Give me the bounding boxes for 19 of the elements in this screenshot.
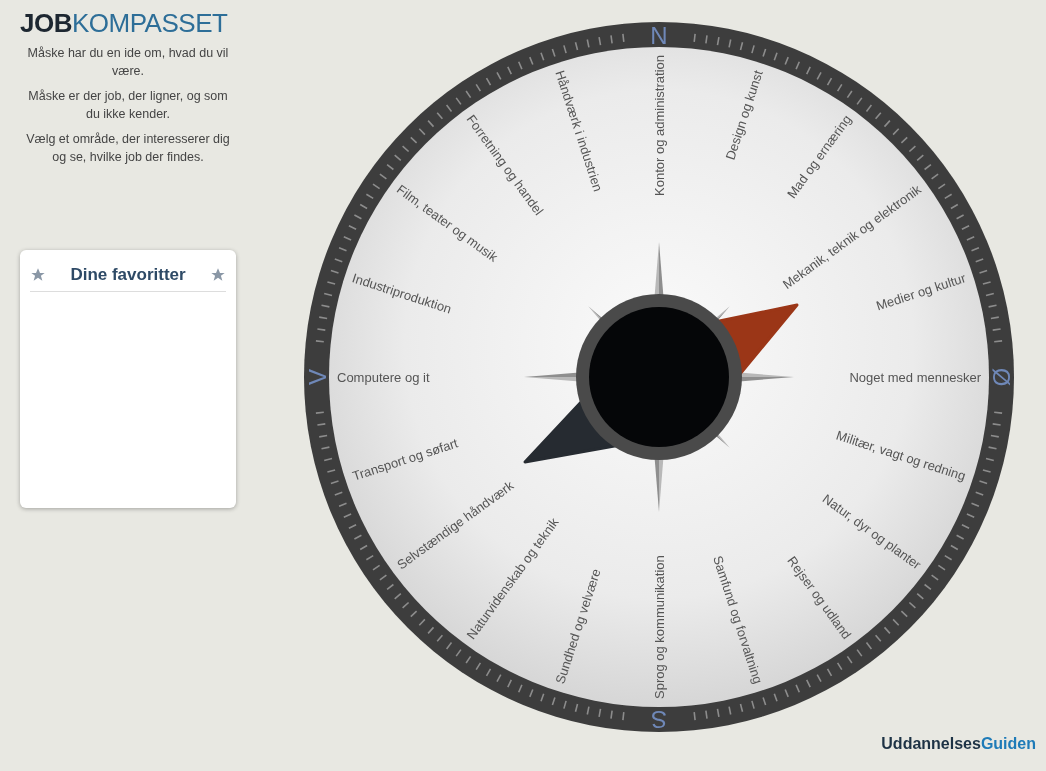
app-logo: JOBKOMPASSET <box>20 8 229 40</box>
direction-letter: Ø <box>987 367 1015 387</box>
category-link[interactable]: Militær, vagt og redning <box>834 427 968 484</box>
favorites-title: Dine favoritter <box>70 264 186 287</box>
intro-text: Vælg et område, der interesserer dig og se, hvilke job der findes. <box>25 131 231 166</box>
category-link[interactable]: Kontor og administration <box>651 55 667 196</box>
intro-text: Måske har du en ide om, hvad du vil være. <box>26 45 230 80</box>
footer-logo: UddannelsesGuiden <box>881 734 1036 754</box>
category-link[interactable]: Design og kunst <box>722 68 766 162</box>
star-icon <box>30 266 46 283</box>
direction-letter: V <box>303 369 331 385</box>
intro-text: Måske er der job, der ligner, og som du ikke kender. <box>27 88 229 123</box>
direction-letter: S <box>651 705 667 733</box>
star-icon <box>210 266 226 283</box>
direction-letter: N <box>650 21 668 49</box>
category-link[interactable]: Sprog og kommunikation <box>651 555 667 699</box>
category-link[interactable]: Medier og kultur <box>874 270 968 314</box>
category-link[interactable]: Noget med mennesker <box>849 369 981 385</box>
category-link[interactable]: Computere og it <box>337 369 430 385</box>
